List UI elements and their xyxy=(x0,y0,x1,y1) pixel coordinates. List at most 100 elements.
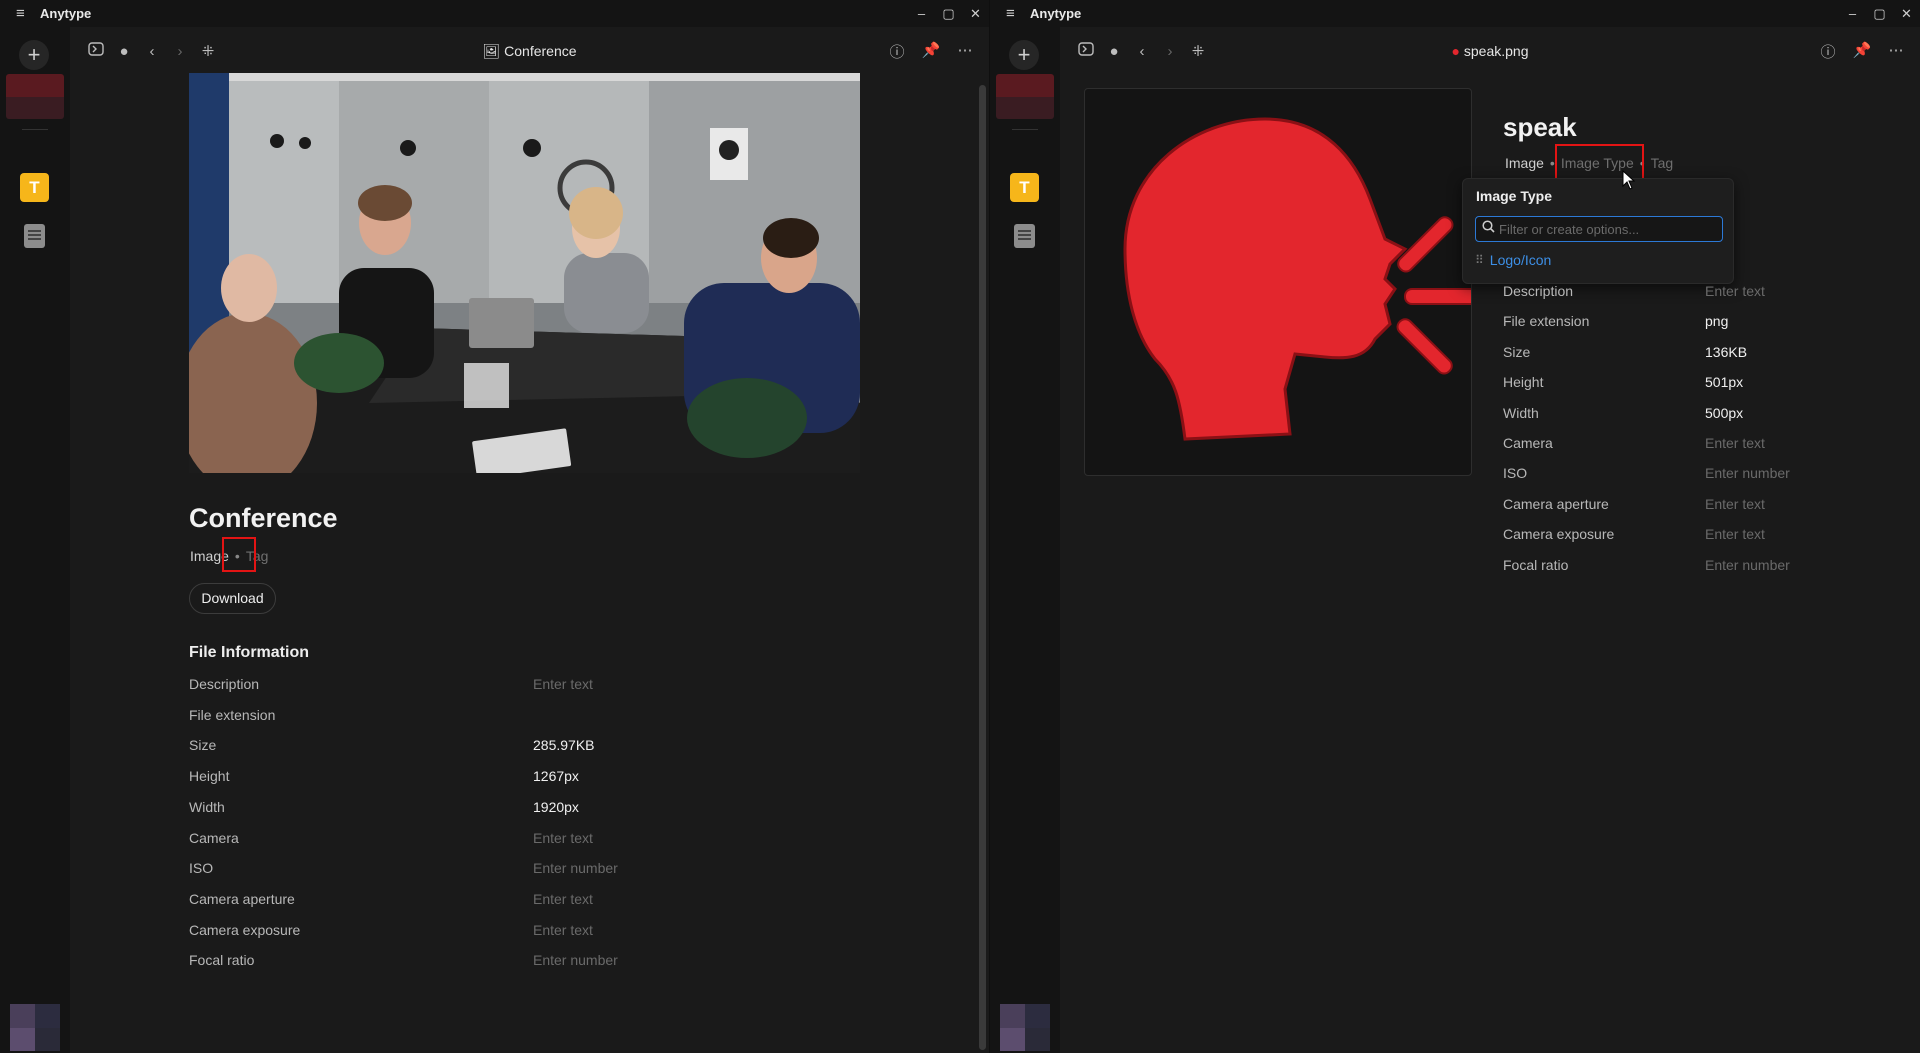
info-icon[interactable]: ⓘ xyxy=(883,41,911,62)
scrollbar[interactable] xyxy=(979,85,986,1050)
option-label[interactable]: Logo/Icon xyxy=(1490,252,1552,268)
property-value[interactable]: 1267px xyxy=(533,768,579,784)
page-header: ● ‹ › ⁜ 🖼 Conference ⓘ 📌 ⋯ xyxy=(70,27,989,75)
more-icon[interactable]: ⋯ xyxy=(951,41,979,62)
option-logo-icon[interactable]: ⠿ Logo/Icon xyxy=(1475,252,1551,268)
property-value[interactable]: Enter number xyxy=(533,860,618,876)
download-button[interactable]: Download xyxy=(189,583,276,614)
property-key: File extension xyxy=(189,706,276,723)
space-icon-t[interactable]: T xyxy=(1010,173,1039,202)
property-value[interactable]: Enter text xyxy=(1705,496,1765,512)
property-row: Camera exposure Enter text xyxy=(189,922,789,938)
chevron-right-icon[interactable]: › xyxy=(166,43,194,60)
header-title-text[interactable]: Conference xyxy=(504,43,576,59)
property-row: Width 500px xyxy=(1503,405,1903,421)
space-icon-doc[interactable] xyxy=(24,224,45,248)
info-icon[interactable]: ⓘ xyxy=(1814,41,1842,62)
property-value[interactable]: Enter text xyxy=(533,891,593,907)
dropdown-title: Image Type xyxy=(1476,188,1552,204)
profile-avatar[interactable] xyxy=(10,1004,60,1051)
property-key: Camera xyxy=(189,829,239,846)
highlight-box xyxy=(222,537,256,572)
chevron-right-icon[interactable]: › xyxy=(1156,43,1184,60)
property-value[interactable]: Enter text xyxy=(1705,526,1765,542)
sidebar-toggle-icon[interactable] xyxy=(82,42,110,60)
filter-input[interactable] xyxy=(1499,221,1709,237)
property-value[interactable]: png xyxy=(1705,313,1728,329)
page-header: ● ‹ › ⁜ ● speak.png ⓘ 📌 ⋯ xyxy=(1060,27,1920,75)
header-title-text[interactable]: speak.png xyxy=(1464,43,1529,59)
section-title: File Information xyxy=(189,644,309,661)
sidebar-toggle-icon[interactable] xyxy=(1072,42,1100,60)
property-value[interactable]: 500px xyxy=(1705,405,1743,421)
space-icon-doc[interactable] xyxy=(1014,224,1035,248)
more-icon[interactable]: ⋯ xyxy=(1882,41,1910,62)
property-value[interactable]: Enter text xyxy=(533,830,593,846)
property-row: Size 136KB xyxy=(1503,344,1903,360)
property-value[interactable]: Enter number xyxy=(1705,557,1790,573)
property-key: Height xyxy=(1503,374,1544,391)
property-value[interactable]: 136KB xyxy=(1705,344,1747,360)
menu-icon[interactable]: ≡ xyxy=(16,5,30,22)
space-icon-t[interactable]: T xyxy=(20,173,49,202)
property-key: ISO xyxy=(1503,465,1528,482)
property-value[interactable]: Enter number xyxy=(1705,465,1790,481)
menu-icon[interactable]: ≡ xyxy=(1006,5,1020,22)
property-value[interactable]: Enter number xyxy=(533,952,618,968)
space-avatar[interactable] xyxy=(6,74,64,119)
space-avatar[interactable] xyxy=(996,74,1054,119)
drag-handle-icon[interactable]: ⠿ xyxy=(1475,253,1484,267)
property-key: Description xyxy=(1503,283,1574,299)
add-space-button[interactable]: + xyxy=(19,40,49,70)
property-row: Size 285.97KB xyxy=(189,737,789,753)
property-row: Focal ratio Enter number xyxy=(189,952,789,968)
property-key: Camera exposure xyxy=(189,921,301,938)
status-dot-icon: ● xyxy=(1109,42,1119,60)
left-window: ≡ Anytype – ▢ ✕ + T ● ‹ › ⁜ 🖼 Conference xyxy=(0,0,989,1053)
profile-avatar[interactable] xyxy=(1000,1004,1050,1051)
property-value[interactable]: Enter text xyxy=(1705,435,1765,451)
property-key: ISO xyxy=(189,860,214,877)
sidebar-divider xyxy=(22,129,48,130)
property-row: Height 501px xyxy=(1503,374,1903,390)
image-type-dropdown: Image Type ⠿ Logo/Icon xyxy=(1462,178,1734,284)
maximize-icon[interactable]: ▢ xyxy=(1866,6,1893,22)
close-icon[interactable]: ✕ xyxy=(962,6,989,22)
chevron-left-icon[interactable]: ‹ xyxy=(138,43,166,60)
property-value[interactable]: 501px xyxy=(1705,374,1743,390)
minimize-icon[interactable]: – xyxy=(1839,6,1866,22)
relation-type[interactable]: Image xyxy=(1505,155,1544,171)
property-value[interactable]: Enter text xyxy=(1705,283,1765,299)
property-key: Camera aperture xyxy=(189,890,295,907)
pin-icon[interactable]: 📌 xyxy=(917,41,945,62)
sidebar-divider xyxy=(1012,129,1038,130)
relation-tag[interactable]: Tag xyxy=(1651,155,1674,171)
pin-icon[interactable]: 📌 xyxy=(1848,41,1876,62)
app-title: Anytype xyxy=(40,6,92,21)
minimize-icon[interactable]: – xyxy=(908,6,935,22)
property-row: Camera Enter text xyxy=(1503,435,1903,451)
property-value[interactable]: Enter text xyxy=(533,676,593,692)
filter-search-box[interactable] xyxy=(1475,216,1723,242)
property-key: Focal ratio xyxy=(189,952,255,969)
property-row: Camera aperture Enter text xyxy=(1503,496,1903,512)
object-title[interactable]: Conference xyxy=(189,503,338,534)
add-space-button[interactable]: + xyxy=(1009,40,1039,70)
property-value[interactable]: 285.97KB xyxy=(533,737,595,753)
titlebar: ≡ Anytype – ▢ ✕ xyxy=(990,0,1920,27)
graph-icon[interactable]: ⁜ xyxy=(194,42,222,60)
object-icon: 🖼 xyxy=(482,42,501,59)
chevron-left-icon[interactable]: ‹ xyxy=(1128,43,1156,60)
property-value[interactable]: 1920px xyxy=(533,799,579,815)
property-row: Camera Enter text xyxy=(189,830,789,846)
property-value[interactable]: Enter text xyxy=(533,922,593,938)
status-dot-icon: ● xyxy=(119,42,129,60)
maximize-icon[interactable]: ▢ xyxy=(935,6,962,22)
close-icon[interactable]: ✕ xyxy=(1893,6,1920,22)
property-row: Height 1267px xyxy=(189,768,789,784)
graph-icon[interactable]: ⁜ xyxy=(1184,42,1212,60)
property-key: Camera xyxy=(1503,435,1553,451)
property-row: Focal ratio Enter number xyxy=(1503,557,1903,573)
object-title[interactable]: speak xyxy=(1503,112,1577,143)
property-row: File extension png xyxy=(1503,313,1903,329)
